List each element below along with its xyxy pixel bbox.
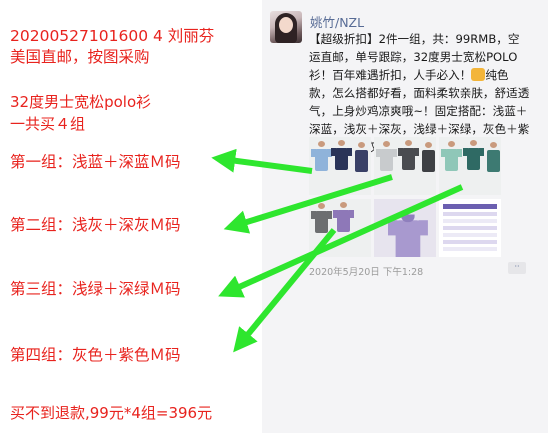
arrow-group-1 <box>211 148 313 174</box>
avatar-face <box>279 17 293 33</box>
annotation-arrows <box>211 148 464 353</box>
arrow-group-2 <box>223 174 393 234</box>
arrow-group-4 <box>233 228 337 353</box>
arrow-group-3 <box>218 184 464 298</box>
